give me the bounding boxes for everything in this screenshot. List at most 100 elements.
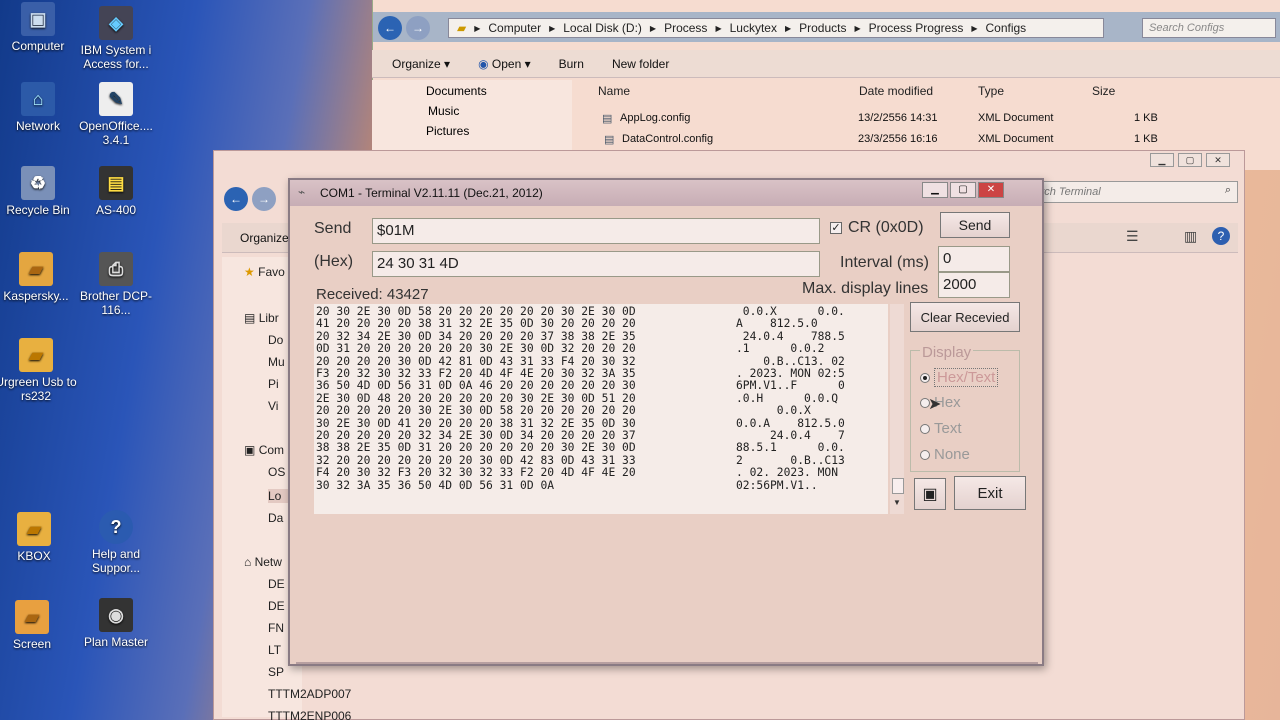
terminal-titlebar: ⌁ COM1 - Terminal V2.11.11 (Dec.21, 2012…: [290, 180, 1042, 206]
search-input[interactable]: Search Configs: [1142, 18, 1276, 38]
nav-item[interactable]: ★ Favo: [244, 265, 285, 279]
maximize-icon[interactable]: ▢: [1178, 153, 1202, 167]
help-icon[interactable]: ?: [1212, 227, 1230, 245]
desktop-icon-plan-master[interactable]: ◉ Plan Master: [74, 598, 158, 649]
received-counter: Received: 43427: [316, 286, 429, 303]
send-input[interactable]: $01M: [372, 218, 820, 244]
minimize-icon[interactable]: ▁: [922, 182, 948, 198]
desktop-icon-ibm[interactable]: ◈ IBM System i Access for...: [74, 6, 158, 71]
back-arrow-icon[interactable]: ←: [378, 16, 402, 40]
desktop-icon-openoffice[interactable]: ✎ OpenOffice.... 3.4.1: [74, 82, 158, 147]
crumb-process[interactable]: Process: [664, 21, 707, 35]
tree-item-documents[interactable]: Documents: [372, 80, 572, 101]
desktop-icon-help[interactable]: ? Help and Suppor...: [74, 510, 158, 575]
nav-tree: Documents Music Pictures: [372, 80, 572, 160]
nav-item[interactable]: Da: [268, 511, 283, 525]
desktop-icon-urgreen[interactable]: ▰ Urgreen Usb to rs232: [0, 338, 78, 403]
exit-button[interactable]: Exit: [954, 476, 1026, 510]
hex-label: (Hex): [314, 253, 354, 270]
organize-button[interactable]: Organize: [240, 231, 289, 245]
forward-arrow-icon[interactable]: →: [406, 16, 430, 40]
burn-button[interactable]: Burn: [559, 57, 584, 71]
table-row[interactable]: ▤ DataControl.config 23/3/2556 16:16 XML…: [604, 133, 1244, 151]
desktop-icon-computer[interactable]: ▣ Computer: [0, 2, 80, 53]
radio-text[interactable]: Text: [920, 420, 962, 437]
nav-item[interactable]: DE: [268, 599, 285, 613]
window-controls: ▁ ▢ ✕: [1150, 153, 1230, 167]
scroll-down-icon[interactable]: ▼: [893, 498, 901, 507]
minimize-icon[interactable]: ▁: [1150, 153, 1174, 167]
hex-input[interactable]: 24 30 31 4D: [372, 251, 820, 277]
forward-arrow-icon[interactable]: →: [252, 187, 276, 211]
openoffice-icon: ✎: [99, 82, 133, 116]
crumb-luckytex[interactable]: Luckytex: [730, 21, 777, 35]
organize-button[interactable]: Organize ▾: [392, 57, 450, 71]
save-button[interactable]: ▣: [914, 478, 946, 510]
preview-pane-icon[interactable]: ▥: [1184, 228, 1197, 245]
network-icon: ⌂: [244, 555, 252, 569]
max-lines-label: Max. display lines: [802, 280, 929, 297]
breadcrumb[interactable]: ▰ ▶ Computer ▶ Local Disk (D:) ▶ Process…: [448, 18, 1104, 38]
column-name[interactable]: Name: [598, 84, 630, 98]
nav-item[interactable]: FN: [268, 621, 284, 635]
nav-item[interactable]: LT: [268, 643, 281, 657]
send-button[interactable]: Send: [940, 212, 1010, 238]
radio-none[interactable]: None: [920, 446, 970, 463]
floppy-disk-icon: ▣: [922, 486, 938, 503]
close-icon[interactable]: ✕: [978, 182, 1004, 198]
nav-item[interactable]: ▤ Libr: [244, 311, 279, 325]
nav-item[interactable]: Mu: [268, 355, 285, 369]
scrollbar[interactable]: ▼: [890, 304, 904, 514]
open-button[interactable]: ◉ Open ▾: [478, 57, 531, 71]
window-title: COM1 - Terminal V2.11.11 (Dec.21, 2012): [320, 186, 543, 200]
interval-input[interactable]: 0: [938, 246, 1010, 272]
status-bar-divider: [296, 662, 1038, 664]
desktop-icon-kaspersky[interactable]: ▰ Kaspersky...: [0, 252, 78, 303]
desktop-icon-recycle-bin[interactable]: ♻ Recycle Bin: [0, 166, 80, 217]
nav-item[interactable]: OS: [268, 465, 285, 479]
recycle-bin-icon: ♻: [21, 166, 55, 200]
nav-item[interactable]: DE: [268, 577, 285, 591]
maximize-icon[interactable]: ▢: [950, 182, 976, 198]
desktop-icon-as400[interactable]: ▤ AS-400: [74, 166, 158, 217]
back-arrow-icon[interactable]: ←: [224, 187, 248, 211]
views-icon[interactable]: ☰: [1126, 228, 1139, 245]
xml-file-icon: ▤: [604, 134, 615, 146]
send-label: Send: [314, 220, 352, 237]
plan-master-icon: ◉: [99, 598, 133, 632]
nav-item[interactable]: TTTM2ENP006: [268, 709, 418, 720]
new-folder-button[interactable]: New folder: [612, 57, 669, 71]
crumb-process-progress[interactable]: Process Progress: [869, 21, 964, 35]
window-controls: ▁ ▢ ✕: [922, 182, 1004, 198]
clear-received-button[interactable]: Clear Recevied: [910, 302, 1020, 332]
tree-item-music[interactable]: Music: [372, 101, 572, 121]
desktop-icon-screen[interactable]: ▰ Screen: [0, 600, 74, 651]
crumb-local-disk[interactable]: Local Disk (D:): [563, 21, 642, 35]
crumb-computer[interactable]: Computer: [488, 21, 541, 35]
desktop-icon-network[interactable]: ⌂ Network: [0, 82, 80, 133]
desktop-icon-brother[interactable]: ⎙ Brother DCP-116...: [74, 252, 158, 317]
radio-hex-text[interactable]: Hex/Text: [920, 368, 999, 387]
crumb-products[interactable]: Products: [799, 21, 846, 35]
search-input[interactable]: Search Terminal ⌕: [1014, 181, 1238, 203]
max-lines-input[interactable]: 2000: [938, 272, 1010, 298]
scrollbar-thumb[interactable]: [892, 478, 904, 494]
close-icon[interactable]: ✕: [1206, 153, 1230, 167]
crumb-sep-icon: ▶: [784, 23, 792, 33]
column-date[interactable]: Date modified: [859, 84, 933, 98]
table-row[interactable]: ▤ AppLog.config 13/2/2556 14:31 XML Docu…: [602, 112, 1242, 130]
nav-item[interactable]: ▣ Com: [244, 443, 284, 457]
desktop-icon-kbox[interactable]: ▰ KBOX: [0, 512, 76, 563]
crumb-configs[interactable]: Configs: [985, 21, 1026, 35]
cr-checkbox[interactable]: ✓: [830, 222, 842, 234]
column-type[interactable]: Type: [978, 84, 1004, 98]
nav-item[interactable]: Do: [268, 333, 283, 347]
tree-item-pictures[interactable]: Pictures: [372, 121, 572, 141]
text-line: 0.0.X: [736, 404, 811, 418]
nav-item[interactable]: TTTM2ADP007: [268, 687, 351, 701]
nav-item[interactable]: ⌂ Netw: [244, 555, 282, 569]
nav-item[interactable]: SP: [268, 665, 284, 679]
column-size[interactable]: Size: [1092, 84, 1115, 98]
nav-item[interactable]: Vi: [268, 399, 278, 413]
nav-item[interactable]: Pi: [268, 377, 279, 391]
